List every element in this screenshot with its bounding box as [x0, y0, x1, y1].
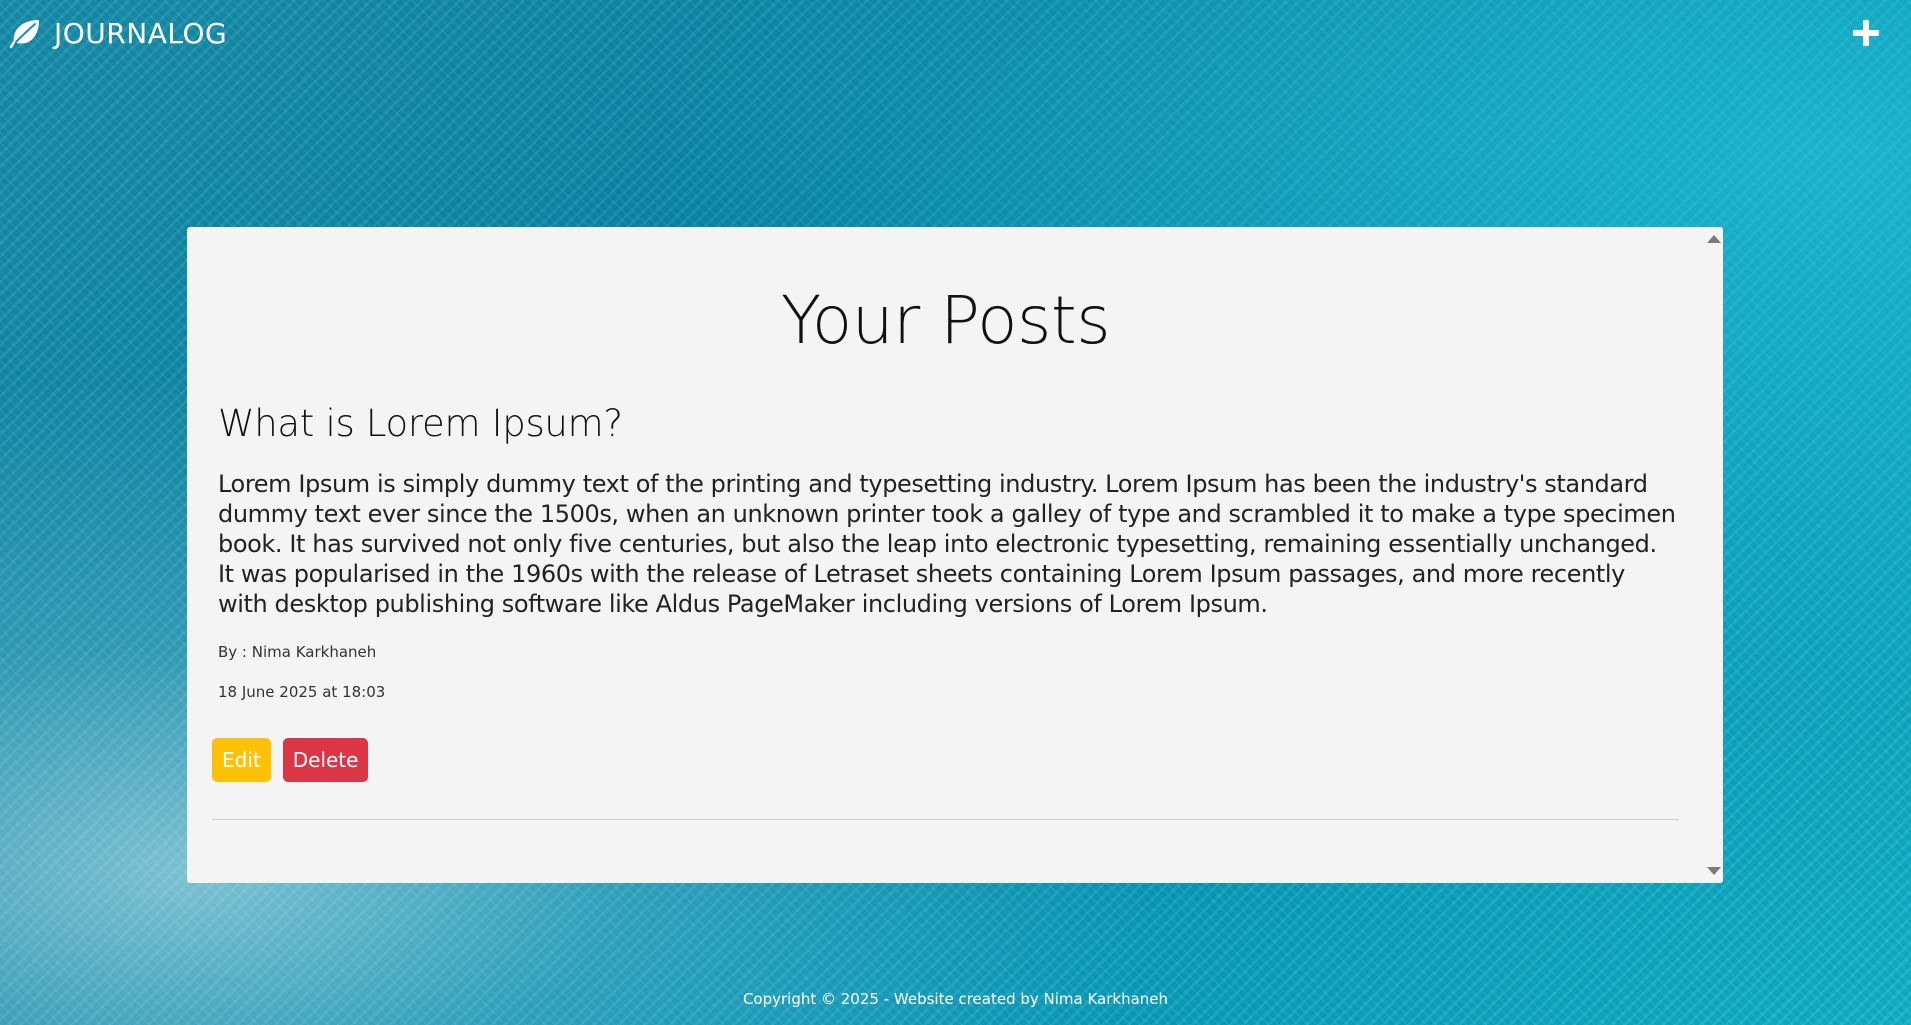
footer-copyright: Copyright © 2025 - Website created by Ni…: [742, 990, 1169, 1008]
post-divider: [212, 819, 1679, 820]
page-title: Your Posts: [780, 282, 1111, 359]
scrollbar[interactable]: [1704, 227, 1723, 883]
scroll-down-arrow-icon[interactable]: [1707, 867, 1721, 875]
leaf-icon: [8, 16, 42, 50]
post-actions: Edit Delete: [212, 738, 369, 782]
post-title: What is Lorem Ipsum?: [218, 402, 623, 445]
plus-icon: [1853, 20, 1879, 46]
post-item: What is Lorem Ipsum? Lorem Ipsum is simp…: [218, 402, 1688, 701]
add-post-button[interactable]: [1851, 18, 1881, 48]
edit-button[interactable]: Edit: [212, 738, 271, 782]
post-author: By : Nima Karkhaneh: [218, 643, 377, 661]
scroll-up-arrow-icon[interactable]: [1707, 235, 1721, 243]
brand-link[interactable]: JOURNALOG: [8, 16, 227, 50]
posts-card: Your Posts What is Lorem Ipsum? Lorem Ip…: [187, 227, 1723, 883]
post-body: Lorem Ipsum is simply dummy text of the …: [218, 470, 1676, 618]
navbar: JOURNALOG: [0, 0, 1911, 70]
post-date: 18 June 2025 at 18:03: [218, 683, 386, 701]
brand-name: JOURNALOG: [54, 16, 228, 50]
delete-button[interactable]: Delete: [282, 738, 369, 782]
